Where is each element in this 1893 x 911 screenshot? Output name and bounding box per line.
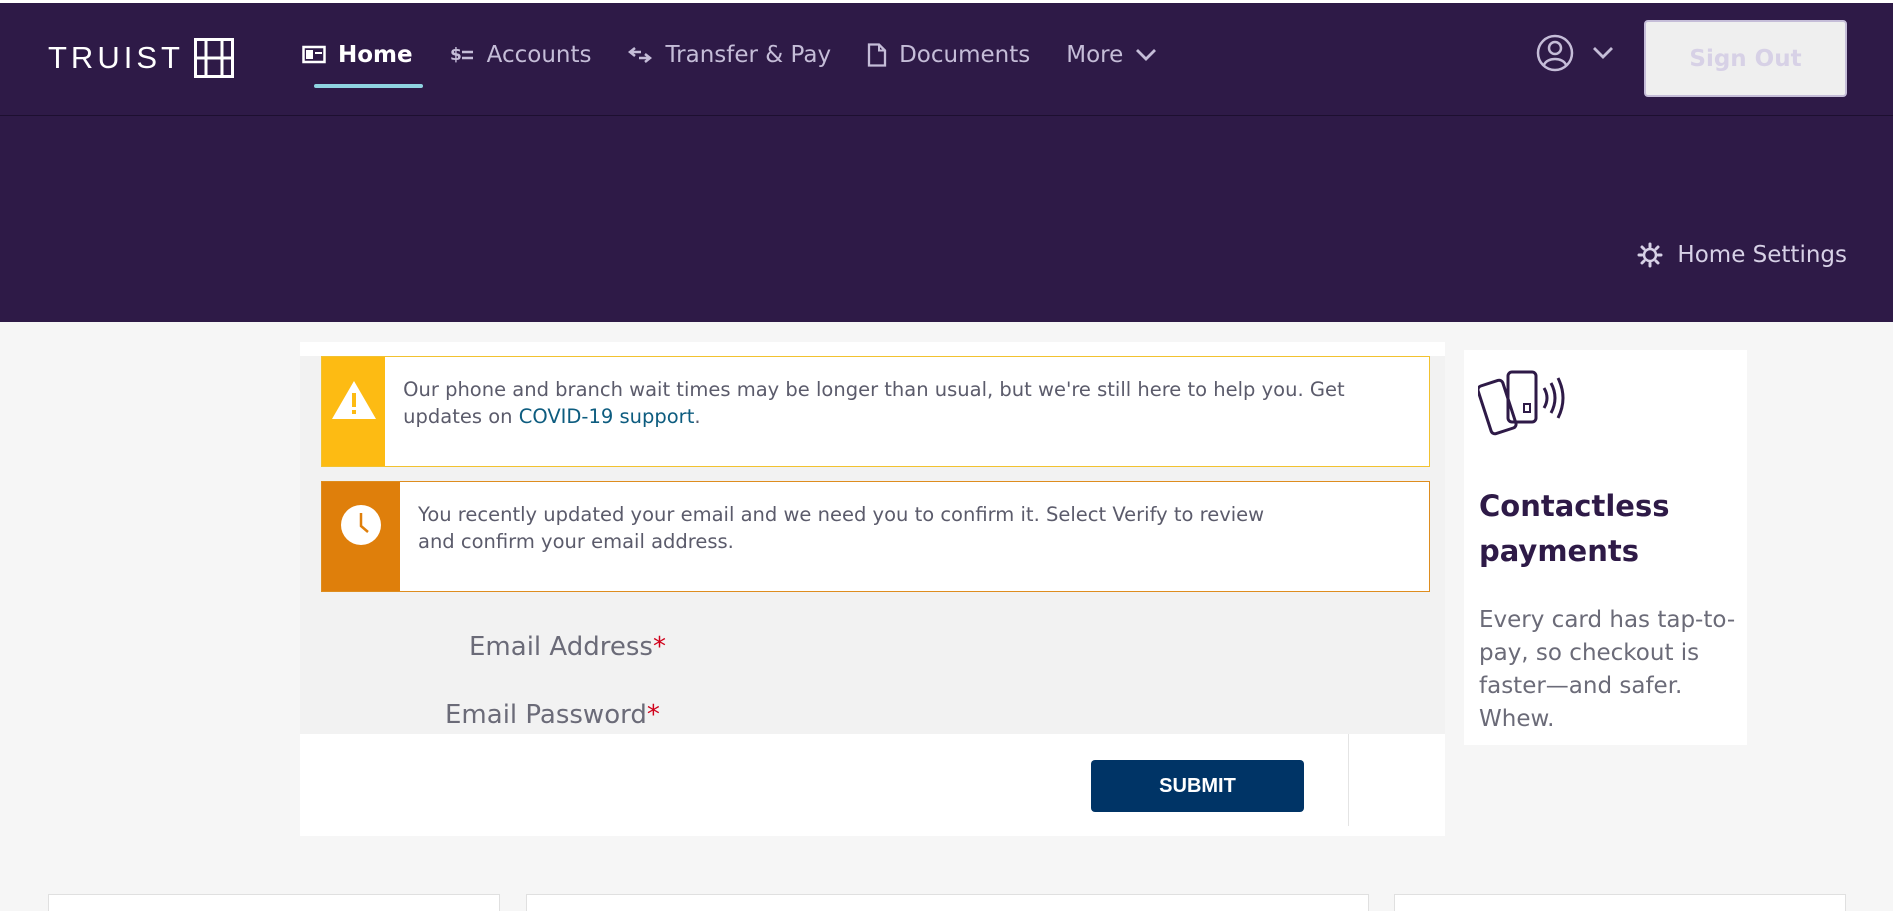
alert-icon-panel xyxy=(322,482,400,591)
contactless-promo-card[interactable]: Contactless payments Every card has tap-… xyxy=(1464,350,1747,745)
email-address-label: Email Address* xyxy=(469,632,666,662)
email-password-label: Email Password* xyxy=(445,700,660,730)
dashboard-icon xyxy=(302,45,326,64)
nav-item-more-label: More xyxy=(1066,42,1124,68)
clock-icon xyxy=(341,505,381,545)
home-settings-link[interactable]: Home Settings xyxy=(1637,242,1847,268)
nav-item-transfer-pay-label: Transfer & Pay xyxy=(665,42,832,68)
warning-icon xyxy=(331,381,376,419)
covid-alert-period: . xyxy=(694,405,701,428)
nav-item-home-label: Home xyxy=(338,42,413,68)
covid-support-link[interactable]: COVID-19 support xyxy=(519,405,695,428)
email-verify-message: You recently updated your email and we n… xyxy=(400,482,1282,591)
transfer-arrows-icon xyxy=(628,47,653,63)
nav-item-more[interactable]: More xyxy=(1066,42,1157,68)
nav-item-documents[interactable]: Documents xyxy=(867,42,1030,68)
email-verify-alert: You recently updated your email and we n… xyxy=(321,481,1430,592)
covid-alert-message: Our phone and branch wait times may be l… xyxy=(385,357,1429,466)
nav-item-transfer-pay[interactable]: Transfer & Pay xyxy=(627,42,831,68)
dollar-list-icon: $ xyxy=(450,45,473,65)
divider xyxy=(1348,734,1349,826)
nav-item-home[interactable]: Home xyxy=(302,42,423,88)
chevron-down-icon xyxy=(1593,47,1613,59)
email-password-label-text: Email Password xyxy=(445,700,647,730)
required-asterisk: * xyxy=(652,632,666,662)
email-verify-line-1: You recently updated your email and we n… xyxy=(418,503,1265,526)
bottom-card-left xyxy=(48,894,500,911)
truist-logo[interactable]: TRUIST xyxy=(48,38,234,78)
nav-item-documents-label: Documents xyxy=(899,42,1031,68)
email-verify-line-2: and confirm your email address. xyxy=(418,530,734,553)
contactless-phone-icon xyxy=(1478,370,1565,436)
chevron-down-icon xyxy=(1136,49,1157,61)
email-address-label-text: Email Address xyxy=(469,632,653,662)
profile-menu[interactable] xyxy=(1536,34,1614,72)
active-tab-indicator xyxy=(314,84,423,88)
main-navigation: Home $ Accounts Transfer & Pay Documents… xyxy=(302,42,1193,88)
nav-item-accounts-label: Accounts xyxy=(486,42,592,68)
bottom-card-center xyxy=(526,894,1369,911)
bottom-card-right xyxy=(1394,894,1846,911)
promo-title: Contactless payments xyxy=(1479,489,1670,568)
nav-item-accounts[interactable]: $ Accounts xyxy=(449,42,592,68)
svg-text:$: $ xyxy=(450,45,462,65)
submit-button[interactable]: SUBMIT xyxy=(1091,760,1304,812)
alert-icon-panel xyxy=(322,357,386,466)
covid-alert: Our phone and branch wait times may be l… xyxy=(321,356,1430,467)
home-settings-label: Home Settings xyxy=(1677,242,1847,268)
document-icon xyxy=(867,43,887,67)
header-banner xyxy=(0,116,1893,322)
required-asterisk: * xyxy=(646,700,660,730)
truist-mark-icon xyxy=(193,38,234,78)
sign-out-button[interactable]: Sign Out xyxy=(1644,20,1847,97)
user-avatar-icon xyxy=(1536,34,1574,72)
gear-icon xyxy=(1637,242,1663,268)
promo-body: Every card has tap-to-pay, so checkout i… xyxy=(1479,607,1736,732)
logo-wordmark: TRUIST xyxy=(48,40,184,75)
